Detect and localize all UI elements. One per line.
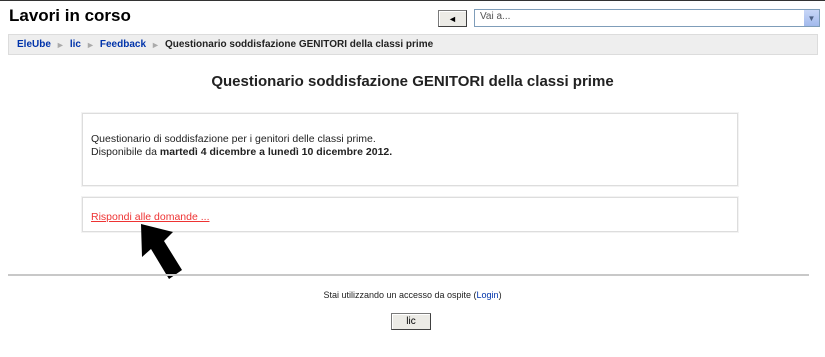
footer-divider	[8, 274, 809, 276]
breadcrumb-separator: ►	[151, 39, 160, 50]
breadcrumb-link-feedback[interactable]: Feedback	[100, 39, 146, 50]
breadcrumb-link-eleube[interactable]: EleUbe	[17, 39, 51, 50]
breadcrumb-separator: ►	[85, 39, 95, 50]
chevron-down-icon[interactable]: ▼	[803, 10, 819, 26]
black-arrow-up-icon	[141, 224, 182, 279]
jump-to-select[interactable]: Vai a... ▼	[474, 9, 820, 27]
left-triangle-icon: ◄	[448, 13, 457, 24]
login-info-text: Stai utilizzando un accesso da ospite (	[323, 290, 477, 300]
availability-text: Disponibile da martedì 4 dicembre a lune…	[91, 146, 737, 159]
intro-box: Questionario di soddisfazione per i geni…	[82, 113, 738, 186]
breadcrumb-current: Questionario soddisfazione GENITORI dell…	[164, 39, 434, 50]
login-info: Stai utilizzando un accesso da ospite (L…	[0, 290, 825, 300]
login-link[interactable]: Login	[477, 290, 499, 300]
availability-prefix: Disponibile da	[91, 146, 157, 158]
top-border	[0, 0, 825, 5]
site-title: Lavori in corso	[9, 6, 131, 25]
breadcrumb-link-lic[interactable]: lic	[70, 39, 81, 50]
home-button[interactable]: lic	[391, 313, 431, 330]
intro-text: Questionario di soddisfazione per i geni…	[91, 133, 376, 145]
jump-back-button[interactable]: ◄	[438, 10, 467, 27]
jump-to-value: Vai a...	[480, 11, 511, 22]
page-title: Questionario soddisfazione GENITORI dell…	[211, 73, 614, 90]
breadcrumb: EleUbe ► lic ► Feedback ► Questionario s…	[8, 34, 818, 55]
availability-dates: martedì 4 dicembre a lunedì 10 dicembre …	[159, 146, 393, 158]
login-info-close: )	[498, 290, 502, 300]
breadcrumb-separator: ►	[55, 39, 65, 50]
